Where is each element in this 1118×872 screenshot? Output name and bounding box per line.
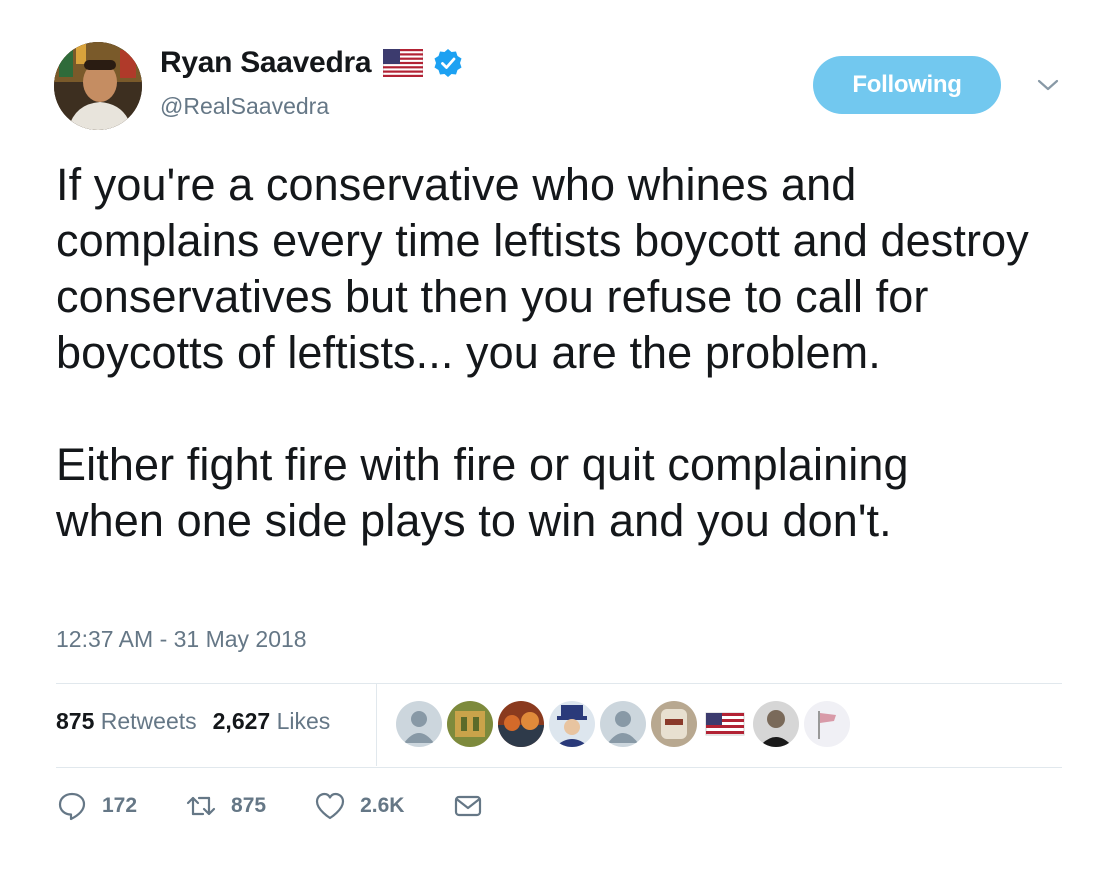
liker-avatar[interactable] [396, 701, 442, 747]
retweets-label: Retweets [100, 708, 197, 734]
tweet-timestamp[interactable]: 12:37 AM - 31 May 2018 [56, 626, 307, 653]
us-flag-icon [382, 48, 424, 78]
like-icon [315, 792, 345, 820]
liker-avatar[interactable] [447, 701, 493, 747]
likes-count: 2,627 [212, 708, 271, 734]
caret-down-icon[interactable] [1035, 76, 1061, 94]
liker-avatar[interactable] [651, 701, 697, 747]
reply-icon [58, 792, 86, 821]
liker-avatar[interactable] [549, 701, 595, 747]
likes-label: Likes [276, 708, 331, 734]
tweet-actions: 172 875 2.6K [56, 790, 546, 822]
verified-icon [433, 48, 463, 78]
like-action[interactable]: 2.6K [314, 790, 404, 822]
retweet-icon [186, 796, 216, 816]
reply-count: 172 [102, 794, 138, 817]
liker-avatar[interactable] [498, 701, 544, 747]
liker-avatars [396, 701, 855, 747]
tweet-paragraph: If you're a conservative who whines and … [56, 159, 1029, 378]
liker-avatar[interactable] [600, 701, 646, 747]
divider [56, 683, 1062, 684]
author-handle[interactable]: @RealSaavedra [160, 93, 329, 120]
liker-avatar[interactable] [702, 701, 748, 747]
divider [56, 767, 1062, 768]
liker-avatar[interactable] [804, 701, 850, 747]
like-count: 2.6K [360, 794, 405, 817]
message-action[interactable] [452, 790, 498, 822]
message-icon [455, 795, 482, 817]
following-button[interactable]: Following [813, 56, 1001, 114]
tweet-text: If you're a conservative who whines and … [56, 157, 1076, 549]
retweets-count: 875 [56, 708, 95, 734]
retweets-stat[interactable]: 875 Retweets [56, 708, 197, 735]
author-display-name[interactable]: Ryan Saavedra [160, 46, 372, 80]
tweet-paragraph: Either fight fire with fire or quit comp… [56, 439, 909, 546]
vertical-divider [376, 684, 377, 766]
likes-stat[interactable]: 2,627 Likes [213, 708, 331, 735]
author-name-row: Ryan Saavedra [160, 46, 463, 80]
reply-action[interactable]: 172 [56, 790, 137, 822]
tweet-stats: 875 Retweets 2,627 Likes [56, 708, 346, 735]
author-avatar[interactable] [54, 42, 142, 130]
retweet-count: 875 [231, 794, 267, 817]
liker-avatar[interactable] [753, 701, 799, 747]
retweet-action[interactable]: 875 [185, 790, 266, 822]
